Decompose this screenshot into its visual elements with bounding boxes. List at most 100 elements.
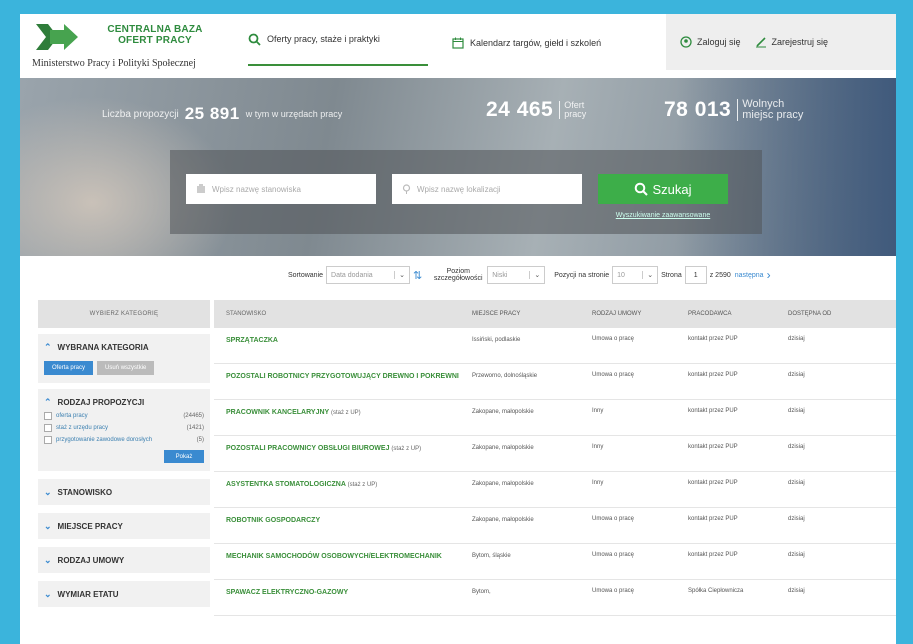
employer-cell: kontakt przez PUP <box>688 336 738 342</box>
job-title-link[interactable]: ROBOTNIK GOSPODARCZY <box>226 517 320 524</box>
job-title-cell[interactable]: ROBOTNIK GOSPODARCZY <box>214 516 472 526</box>
workplace-cell: Bytom, śląskie <box>472 553 511 559</box>
filter-checkbox-offer[interactable]: oferta pracy (24465) <box>44 412 204 420</box>
chevron-down-icon: ⌄ <box>44 554 52 565</box>
logo-line2: OFERT PRACY <box>118 35 192 46</box>
job-title-link[interactable]: POZOSTALI PRACOWNICY OBSŁUGI BIUROWEJ <box>226 445 389 452</box>
stat-vacancies: 78 013 Wolnych miejsc pracy <box>664 98 817 122</box>
detail-label: Poziom szczegółowości <box>433 268 483 282</box>
column-header[interactable]: PRACODAWCA <box>688 311 788 317</box>
location-search-input[interactable]: Wpisz nazwę lokalizacji <box>392 174 582 204</box>
workplace-cell: Issiński, podlaskie <box>472 337 521 343</box>
login-link[interactable]: Zaloguj się <box>680 36 741 48</box>
sort-select[interactable]: Data dodania ⌄ <box>326 266 411 284</box>
employer-cell: kontakt przez PUP <box>688 372 738 378</box>
filter-label: RODZAJ UMOWY <box>57 555 125 565</box>
page-label: Strona <box>661 271 682 279</box>
calendar-icon <box>452 37 464 49</box>
checkbox-count: (5) <box>196 437 204 443</box>
selected-filter-chip[interactable]: Oferta pracy <box>44 361 94 375</box>
job-title-link[interactable]: SPRZĄTACZKA <box>226 337 278 344</box>
filter-checkbox-vocational[interactable]: przygotowanie zawodowe dorosłych (5) <box>44 436 204 444</box>
next-page-link[interactable]: następna <box>735 272 764 279</box>
location-search-placeholder: Wpisz nazwę lokalizacji <box>417 184 501 194</box>
proposal-type-title[interactable]: ⌃ RODZAJ PROPOZYCJI <box>44 397 204 408</box>
register-link[interactable]: Zarejestruj się <box>755 36 828 48</box>
table-body: SPRZĄTACZKA Issiński, podlaskie Umowa o p… <box>214 328 896 616</box>
table-row[interactable]: MECHANIK SAMOCHODÓW OSOBOWYCH/ELEKTROMEC… <box>214 544 896 580</box>
employer-cell: kontakt przez PUP <box>688 552 738 558</box>
sort-direction-icon[interactable]: ⇅ <box>413 269 422 282</box>
checkbox-count: (24465) <box>183 413 204 419</box>
show-results-button[interactable]: Pokaż <box>164 450 204 463</box>
per-page-select[interactable]: 10 ⌄ <box>612 266 659 284</box>
selected-category-title[interactable]: ⌃ WYBRANA KATEGORIA <box>44 342 204 353</box>
table-row[interactable]: ROBOTNIK GOSPODARCZY Zakopane, małopolsk… <box>214 508 896 544</box>
clear-all-filters-button[interactable]: Usuń wszystkie <box>97 361 155 375</box>
table-row[interactable]: POZOSTALI ROBOTNICY PRZYGOTOWUJĄCY DREWN… <box>214 364 896 400</box>
nav-offers-label: Oferty pracy, staże i praktyki <box>267 34 380 44</box>
job-title-cell[interactable]: POZOSTALI ROBOTNICY PRZYGOTOWUJĄCY DREWN… <box>214 372 472 382</box>
job-title-cell[interactable]: PRACOWNIK KANCELARYJNY (staż z UP) <box>214 408 472 418</box>
job-note: (staż z UP) <box>391 446 422 452</box>
detail-value: Niski <box>492 271 508 279</box>
job-title-link[interactable]: MECHANIK SAMOCHODÓW OSOBOWYCH/ELEKTROMEC… <box>226 553 442 560</box>
column-header[interactable]: RODZAJ UMOWY <box>592 311 688 317</box>
column-header[interactable]: STANOWISKO <box>214 310 472 319</box>
contract-cell: Inny <box>592 444 604 450</box>
chevron-up-icon: ⌃ <box>44 397 52 407</box>
nav-calendar[interactable]: Kalendarz targów, giełd i szkoleń <box>452 14 601 72</box>
account-area: Zaloguj się Zarejestruj się <box>666 14 896 70</box>
column-header[interactable]: DOSTĘPNA OD <box>788 311 896 317</box>
position-search-input[interactable]: Wpisz nazwę stanowiska <box>186 174 376 204</box>
available-from-cell: dzisiaj <box>788 336 805 342</box>
checkbox[interactable] <box>44 436 52 444</box>
filter-workplace[interactable]: ⌄ MIEJSCE PRACY <box>38 513 210 539</box>
contract-cell: Umowa o pracę <box>592 588 635 594</box>
job-title-cell[interactable]: SPAWACZ ELEKTRYCZNO-GAZOWY <box>214 588 472 598</box>
filter-position[interactable]: ⌄ STANOWISKO <box>38 479 210 505</box>
advanced-search-link[interactable]: Wyszukiwanie zaawansowane <box>598 212 728 219</box>
filter-work-time[interactable]: ⌄ WYMIAR ETATU <box>38 581 210 607</box>
job-title-cell[interactable]: POZOSTALI PRACOWNICY OBSŁUGI BIUROWEJ (s… <box>214 444 472 454</box>
sort-value: Data dodania <box>331 271 373 279</box>
table-row[interactable]: SPRZĄTACZKA Issiński, podlaskie Umowa o p… <box>214 328 896 364</box>
contract-cell: Umowa o pracę <box>592 372 635 378</box>
job-title-cell[interactable]: SPRZĄTACZKA <box>214 336 472 346</box>
table-row[interactable]: SPAWACZ ELEKTRYCZNO-GAZOWY Bytom, Umowa o… <box>214 580 896 616</box>
proposal-type-card: ⌃ RODZAJ PROPOZYCJI oferta pracy (24465) s… <box>38 389 210 471</box>
search-icon <box>635 182 649 196</box>
filter-checkbox-internship[interactable]: staż z urzędu pracy (1421) <box>44 424 204 432</box>
available-from-cell: dzisiaj <box>788 516 805 522</box>
results-toolbar: Sortowanie Data dodania ⌄ ⇅ Poziom szczeg… <box>288 264 896 286</box>
stat-proposals-suffix: w tym w urzędach pracy <box>245 109 343 119</box>
stat-vacancies-label: Wolnych miejsc pracy <box>737 99 817 121</box>
table-row[interactable]: POZOSTALI PRACOWNICY OBSŁUGI BIUROWEJ (s… <box>214 436 896 472</box>
checkbox[interactable] <box>44 412 52 420</box>
available-from-cell: dzisiaj <box>788 444 805 450</box>
stat-proposals-value: 25 891 <box>184 104 240 123</box>
search-button[interactable]: Szukaj <box>598 174 728 204</box>
chevron-down-icon: ⌄ <box>394 271 405 279</box>
job-title-link[interactable]: ASYSTENTKA STOMATOLOGICZNA <box>226 481 346 488</box>
workplace-cell: Zakopane, małopolskie <box>472 409 534 415</box>
job-title-link[interactable]: SPAWACZ ELEKTRYCZNO-GAZOWY <box>226 589 348 596</box>
page-input[interactable]: 1 <box>684 266 707 284</box>
search-icon <box>248 33 261 46</box>
job-title-cell[interactable]: MECHANIK SAMOCHODÓW OSOBOWYCH/ELEKTROMEC… <box>214 552 472 562</box>
table-row[interactable]: PRACOWNIK KANCELARYJNY (staż z UP) Zakopa… <box>214 400 896 436</box>
chevron-right-icon[interactable]: › <box>767 268 771 282</box>
chevron-down-icon: ⌄ <box>642 271 653 279</box>
available-from-cell: dzisiaj <box>788 372 805 378</box>
job-title-link[interactable]: POZOSTALI ROBOTNICY PRZYGOTOWUJĄCY DREWN… <box>226 373 459 380</box>
checkbox[interactable] <box>44 424 52 432</box>
nav-offers[interactable]: Oferty pracy, staże i praktyki <box>248 14 428 66</box>
logo[interactable]: CENTRALNA BAZA OFERT PRACY Ministerstwo … <box>28 20 238 76</box>
detail-select[interactable]: Niski ⌄ <box>487 266 546 284</box>
job-title-cell[interactable]: ASYSTENTKA STOMATOLOGICZNA (staż z UP) <box>214 480 472 490</box>
filter-contract-type[interactable]: ⌄ RODZAJ UMOWY <box>38 547 210 573</box>
column-header[interactable]: MIEJSCE PRACY <box>472 310 592 318</box>
available-from-cell: dzisiaj <box>788 480 805 486</box>
table-row[interactable]: ASYSTENTKA STOMATOLOGICZNA (staż z UP) Za… <box>214 472 896 508</box>
job-title-link[interactable]: PRACOWNIK KANCELARYJNY <box>226 409 329 416</box>
